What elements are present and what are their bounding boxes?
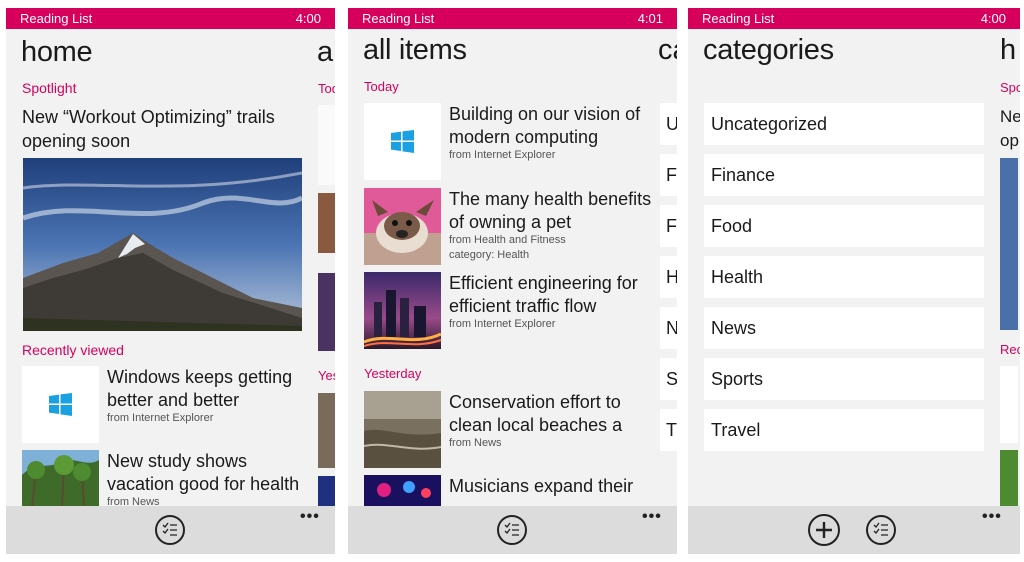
add-icon bbox=[816, 522, 832, 538]
peek-category-tile: T bbox=[660, 409, 677, 451]
status-bar: Reading List 4:00 bbox=[6, 8, 335, 29]
list-item-title[interactable]: Conservation effort to clean local beach… bbox=[449, 391, 622, 437]
status-time: 4:00 bbox=[980, 11, 1006, 26]
peek-headline: Ne op bbox=[1000, 107, 1020, 150]
peek-thumb bbox=[1000, 158, 1018, 330]
more-options-button[interactable]: ••• bbox=[300, 508, 320, 526]
home-screen: Reading List 4:00 home al Spotlight Tod … bbox=[6, 8, 335, 554]
status-bar: Reading List 4:00 bbox=[688, 8, 1020, 29]
peek-category-tile: U bbox=[660, 103, 677, 145]
checklist-icon bbox=[162, 522, 177, 536]
category-tile-travel[interactable]: Travel bbox=[704, 409, 984, 451]
peek-yesterday-label: Yes bbox=[318, 368, 335, 383]
status-time: 4:01 bbox=[637, 11, 663, 26]
peek-thumb bbox=[318, 476, 335, 508]
list-item-category: category: Health bbox=[449, 249, 530, 261]
recent-item-title[interactable]: Windows keeps getting better and better bbox=[107, 366, 292, 412]
add-category-button[interactable] bbox=[808, 514, 840, 546]
beach-photo[interactable] bbox=[364, 391, 441, 468]
peek-thumb bbox=[1000, 450, 1018, 508]
status-app-name: Reading List bbox=[362, 11, 435, 26]
list-item-source: from News bbox=[449, 437, 502, 449]
status-app-name: Reading List bbox=[20, 11, 93, 26]
palm-trees-photo[interactable] bbox=[22, 450, 99, 508]
peek-recent-label: Rec bbox=[1000, 342, 1020, 357]
list-item-source: from Health and Fitness bbox=[449, 234, 566, 246]
next-pivot-peek[interactable]: h bbox=[1000, 34, 1016, 67]
spotlight-headline[interactable]: New “Workout Optimizing” trails opening … bbox=[22, 105, 277, 153]
category-tile-news[interactable]: News bbox=[704, 307, 984, 349]
next-pivot-peek[interactable]: al bbox=[317, 36, 335, 69]
spotlight-mountain-photo[interactable] bbox=[23, 158, 302, 331]
city-night-photo[interactable] bbox=[364, 272, 441, 349]
list-item-source: from Internet Explorer bbox=[449, 318, 556, 330]
checklist-button[interactable] bbox=[866, 515, 896, 545]
status-bar: Reading List 4:01 bbox=[348, 8, 677, 29]
windows-logo-icon[interactable] bbox=[364, 103, 441, 180]
recent-item-source: from Internet Explorer bbox=[107, 412, 214, 424]
checklist-button[interactable] bbox=[155, 515, 185, 545]
categories-screen: Reading List 4:00 categories h Uncategor… bbox=[688, 8, 1020, 554]
spotlight-label: Spotlight bbox=[22, 80, 77, 96]
peek-thumb bbox=[318, 105, 335, 185]
concert-photo[interactable] bbox=[364, 475, 441, 506]
peek-today-label: Tod bbox=[318, 81, 335, 96]
peek-category-tile: S bbox=[660, 358, 677, 400]
peek-thumb bbox=[318, 273, 335, 351]
category-tile-uncategorized[interactable]: Uncategorized bbox=[704, 103, 984, 145]
app-bar: ••• bbox=[688, 506, 1020, 554]
peek-thumb bbox=[1000, 366, 1018, 443]
dog-photo[interactable] bbox=[364, 188, 441, 265]
page-title: categories bbox=[703, 34, 834, 66]
more-options-button[interactable]: ••• bbox=[982, 508, 1002, 526]
peek-thumb bbox=[318, 393, 335, 468]
recently-viewed-label: Recently viewed bbox=[22, 342, 124, 358]
peek-category-tile: H bbox=[660, 256, 677, 298]
checklist-icon bbox=[504, 522, 519, 536]
peek-spotlight-label: Spo bbox=[1000, 80, 1020, 95]
list-item-title[interactable]: Efficient engineering for efficient traf… bbox=[449, 272, 638, 318]
windows-logo-icon[interactable] bbox=[22, 366, 99, 443]
page-title: home bbox=[21, 36, 93, 68]
peek-category-tile: Fo bbox=[660, 205, 677, 247]
list-item-title[interactable]: Musicians expand their bbox=[449, 475, 633, 498]
peek-category-tile: F bbox=[660, 154, 677, 196]
recent-item-title[interactable]: New study shows vacation good for health bbox=[107, 450, 299, 496]
app-bar: ••• bbox=[6, 506, 335, 554]
list-item-title[interactable]: The many health benefits of owning a pet bbox=[449, 188, 651, 234]
next-pivot-peek[interactable]: ca bbox=[658, 34, 677, 67]
status-time: 4:00 bbox=[295, 11, 321, 26]
peek-thumb bbox=[318, 193, 335, 253]
checklist-icon bbox=[873, 522, 888, 536]
peek-category-tile: N bbox=[660, 307, 677, 349]
app-bar: ••• bbox=[348, 506, 677, 554]
more-options-button[interactable]: ••• bbox=[642, 508, 662, 526]
status-app-name: Reading List bbox=[702, 11, 775, 26]
checklist-button[interactable] bbox=[497, 515, 527, 545]
category-tile-food[interactable]: Food bbox=[704, 205, 984, 247]
yesterday-label: Yesterday bbox=[364, 366, 422, 381]
category-tile-health[interactable]: Health bbox=[704, 256, 984, 298]
category-tile-sports[interactable]: Sports bbox=[704, 358, 984, 400]
all-items-screen: Reading List 4:01 all items ca Today Bui… bbox=[348, 8, 677, 554]
today-label: Today bbox=[364, 79, 399, 94]
list-item-source: from Internet Explorer bbox=[449, 149, 556, 161]
category-tile-finance[interactable]: Finance bbox=[704, 154, 984, 196]
list-item-title[interactable]: Building on our vision of modern computi… bbox=[449, 103, 640, 149]
page-title: all items bbox=[363, 34, 467, 66]
